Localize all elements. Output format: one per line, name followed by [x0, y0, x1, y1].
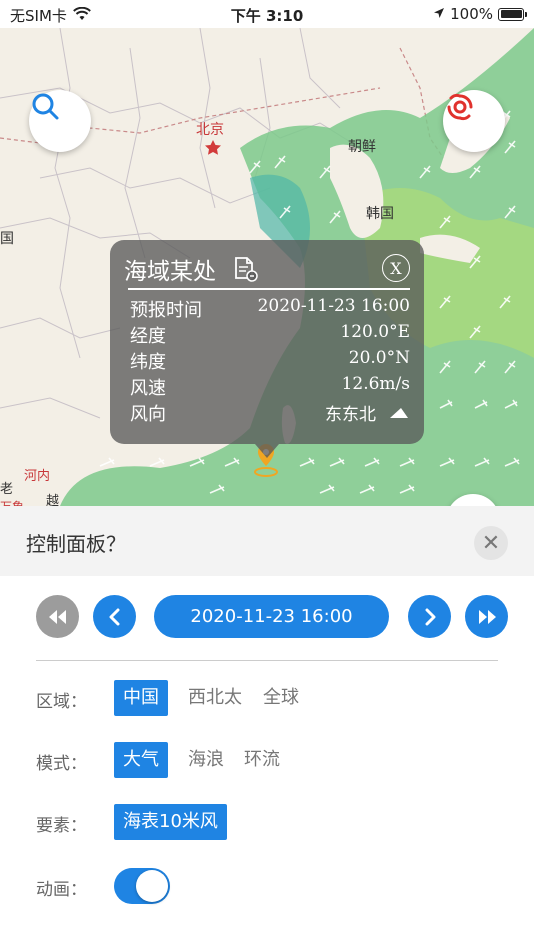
battery-percent: 100%: [450, 5, 493, 23]
status-bar: 无SIM卡 下午 3:10 100%: [0, 0, 534, 28]
previous-time-button[interactable]: [93, 595, 136, 638]
typhoon-button[interactable]: [443, 90, 505, 152]
battery-icon: [498, 7, 527, 21]
animation-label: 动画：: [36, 880, 87, 900]
typhoon-icon: [447, 93, 473, 121]
next-time-button[interactable]: [408, 595, 451, 638]
popup-row-wind-direction: 风向 东东北: [130, 400, 410, 426]
popup-pointer: [255, 444, 279, 458]
map-label-hanoi: 河内: [24, 469, 51, 484]
close-icon: ✕: [481, 530, 501, 556]
chevron-right-icon: [425, 608, 435, 625]
map-label-korea: 韩国: [366, 206, 394, 222]
row-key: 预报时间: [130, 300, 202, 321]
popup-title: 海域某处: [124, 259, 216, 285]
region-option-global[interactable]: 全球: [254, 680, 308, 716]
fast-forward-icon: [478, 609, 496, 624]
point-info-popup: 海域某处 X 预报时间 2020-11-23 16:00 经度 120.0°E …: [110, 240, 424, 458]
region-option-china[interactable]: 中国: [114, 680, 168, 716]
mode-label: 模式：: [36, 754, 87, 774]
search-icon: [32, 93, 59, 120]
row-value: 12.6m/s: [341, 374, 410, 394]
map-label-vientiane: 万象: [0, 498, 24, 506]
rewind-icon: [48, 609, 66, 624]
map-label-vietnam: 越: [46, 494, 60, 506]
panel-close-button[interactable]: ✕: [474, 526, 508, 560]
search-button[interactable]: [29, 90, 91, 152]
row-value: 2020-11-23 16:00: [257, 296, 410, 316]
first-time-button[interactable]: [36, 595, 79, 638]
row-value: 东东北: [325, 405, 376, 425]
region-option-nw-pacific[interactable]: 西北太: [179, 680, 251, 716]
control-panel-header: 控制面板？ ✕: [0, 506, 534, 576]
element-label: 要素：: [36, 816, 87, 836]
row-key: 经度: [130, 326, 166, 347]
animation-toggle[interactable]: [114, 868, 170, 904]
map-label-lao: 老: [0, 482, 14, 497]
chevron-left-icon: [109, 608, 119, 625]
mode-option-atmosphere[interactable]: 大气: [114, 742, 168, 778]
popup-row-longitude: 经度 120.0°E: [130, 322, 410, 348]
row-value: 20.0°N: [348, 348, 410, 368]
mode-option-wave[interactable]: 海浪: [179, 742, 233, 778]
element-option-surface-wind[interactable]: 海表10米风: [114, 804, 227, 840]
panel-divider: [36, 660, 498, 661]
popup-row-time: 预报时间 2020-11-23 16:00: [130, 296, 410, 322]
map-label-north-korea: 朝鲜: [348, 139, 376, 155]
panel-title: 控制面板？: [26, 532, 126, 556]
popup-row-wind-speed: 风速 12.6m/s: [130, 374, 410, 400]
wind-direction-arrow-icon: [388, 404, 410, 425]
toggle-knob: [136, 870, 168, 902]
last-time-button[interactable]: [465, 595, 508, 638]
row-key: 风向: [130, 404, 166, 425]
map-label-beijing: 北京: [196, 122, 224, 138]
time-selector[interactable]: 2020-11-23 16:00: [154, 595, 389, 638]
location-arrow-icon: [433, 5, 445, 23]
region-label: 区域：: [36, 692, 87, 712]
row-key: 风速: [130, 378, 166, 399]
popup-divider: [128, 288, 410, 290]
map-label-fragment: 国: [0, 231, 14, 247]
row-value: 120.0°E: [340, 322, 410, 342]
row-key: 纬度: [130, 352, 166, 373]
popup-row-latitude: 纬度 20.0°N: [130, 348, 410, 374]
document-icon[interactable]: [232, 256, 258, 286]
mode-option-circulation[interactable]: 环流: [235, 742, 289, 778]
popup-close-button[interactable]: X: [382, 254, 410, 282]
